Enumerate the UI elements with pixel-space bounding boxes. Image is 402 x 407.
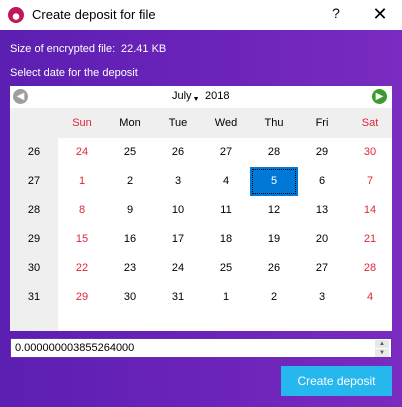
calendar-day[interactable]: 19 — [250, 225, 298, 254]
week-number: 26 — [27, 146, 41, 158]
calendar-day[interactable]: 27 — [298, 254, 346, 283]
calendar-day[interactable]: 1 — [58, 167, 106, 196]
arrow-left-icon[interactable]: ◀ — [13, 89, 28, 104]
calendar-day[interactable]: 30 — [346, 138, 394, 167]
weekday-header-wed: Wed — [214, 117, 238, 129]
title-bar: Create deposit for file ? ✕ — [0, 0, 402, 30]
calendar-day[interactable]: 4 — [346, 283, 394, 312]
weekday-header-mon: Mon — [119, 117, 141, 129]
close-icon[interactable]: ✕ — [371, 4, 389, 24]
calendar-day[interactable]: 24 — [58, 138, 106, 167]
arrow-right-icon[interactable]: ▶ — [372, 89, 387, 104]
calendar-day[interactable]: 15 — [58, 225, 106, 254]
app-logo-icon — [8, 7, 24, 23]
weekday-header-fri: Fri — [315, 117, 329, 129]
calendar-day[interactable]: 9 — [106, 196, 154, 225]
calendar: ◀ July▼ 2018 ▶ Sun Mon Tue Wed Thu Fri Sat 26 24… — [10, 86, 392, 331]
calendar-day[interactable]: 30 — [106, 283, 154, 312]
calendar-day[interactable]: 25 — [106, 138, 154, 167]
month-selector[interactable]: July▼ — [172, 90, 200, 103]
weekday-header-thu: Thu — [264, 117, 284, 129]
help-button[interactable]: ? — [328, 5, 344, 25]
spin-up-icon[interactable]: ▲ — [375, 340, 389, 348]
calendar-day[interactable]: 2 — [106, 167, 154, 196]
week-number: 30 — [27, 262, 41, 274]
calendar-day[interactable]: 29 — [58, 283, 106, 312]
week-number: 28 — [27, 204, 41, 216]
calendar-nav-bar: ◀ July▼ 2018 ▶ — [10, 86, 392, 108]
calendar-day[interactable]: 8 — [58, 196, 106, 225]
calendar-day[interactable]: 29 — [298, 138, 346, 167]
calendar-day[interactable]: 20 — [298, 225, 346, 254]
weekday-header-sun: Sun — [72, 117, 92, 129]
calendar-day[interactable]: 14 — [346, 196, 394, 225]
calendar-day[interactable]: 31 — [154, 283, 202, 312]
calendar-day[interactable]: 7 — [346, 167, 394, 196]
calendar-day[interactable]: 3 — [298, 283, 346, 312]
calendar-day[interactable]: 26 — [154, 138, 202, 167]
chevron-down-icon: ▼ — [192, 96, 200, 103]
calendar-day[interactable]: 10 — [154, 196, 202, 225]
weekday-header-tue: Tue — [168, 117, 188, 129]
file-size-label: Size of encrypted file: — [10, 43, 116, 55]
calendar-day[interactable]: 24 — [154, 254, 202, 283]
calendar-day[interactable]: 28 — [346, 254, 394, 283]
calendar-day[interactable]: 21 — [346, 225, 394, 254]
calendar-day[interactable]: 22 — [58, 254, 106, 283]
calendar-day[interactable]: 13 — [298, 196, 346, 225]
calendar-day[interactable]: 3 — [154, 167, 202, 196]
week-number: 31 — [27, 291, 41, 303]
calendar-day[interactable]: 17 — [154, 225, 202, 254]
calendar-day[interactable]: 2 — [250, 283, 298, 312]
file-size-value: 22.41 KB — [121, 43, 167, 55]
calendar-day[interactable]: 27 — [202, 138, 250, 167]
calendar-day[interactable]: 26 — [250, 254, 298, 283]
calendar-day[interactable]: 6 — [298, 167, 346, 196]
calendar-day[interactable]: 1 — [202, 283, 250, 312]
create-deposit-button[interactable]: Create deposit — [281, 366, 392, 396]
amount-input[interactable] — [11, 339, 371, 357]
calendar-day-selected[interactable]: 5 — [250, 167, 298, 196]
calendar-day[interactable]: 18 — [202, 225, 250, 254]
weekday-header-sat: Sat — [361, 117, 379, 129]
calendar-day[interactable]: 23 — [106, 254, 154, 283]
calendar-day[interactable]: 16 — [106, 225, 154, 254]
calendar-day[interactable]: 11 — [202, 196, 250, 225]
week-number: 29 — [27, 233, 41, 245]
select-date-label: Select date for the deposit — [10, 67, 138, 79]
spin-down-icon[interactable]: ▼ — [375, 349, 389, 357]
year-selector[interactable]: 2018 — [205, 90, 229, 102]
calendar-day[interactable]: 12 — [250, 196, 298, 225]
week-number: 27 — [27, 175, 41, 187]
calendar-day[interactable]: 25 — [202, 254, 250, 283]
month-label: July — [172, 90, 192, 102]
amount-spinbox[interactable]: ▲ ▼ — [10, 338, 392, 358]
calendar-day[interactable]: 4 — [202, 167, 250, 196]
window-title: Create deposit for file — [32, 7, 156, 22]
calendar-day[interactable]: 28 — [250, 138, 298, 167]
